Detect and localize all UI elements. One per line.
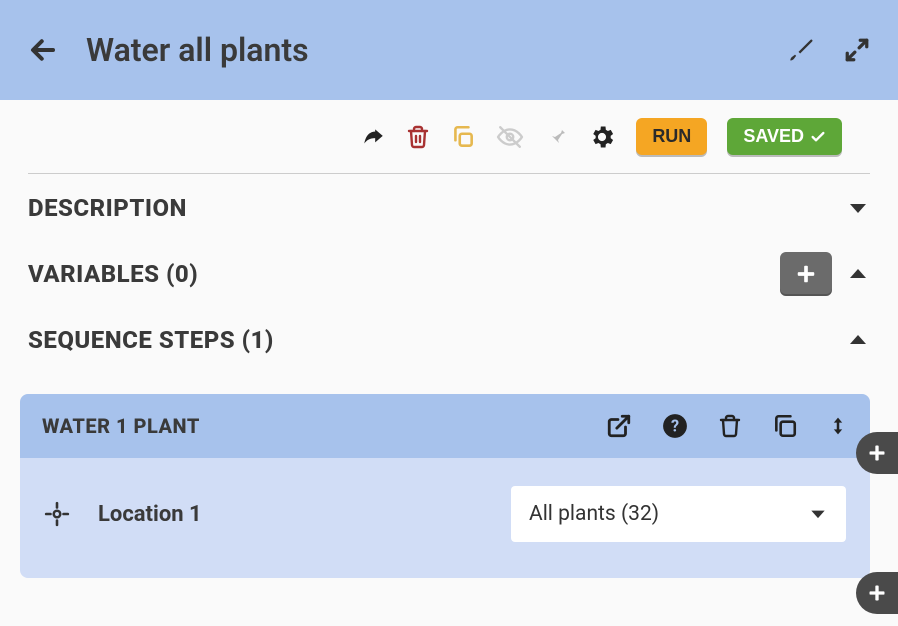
variables-title: VARIABLES (0): [28, 260, 198, 288]
trash-icon[interactable]: [718, 413, 742, 439]
chevron-up-icon[interactable]: [846, 262, 870, 286]
target-icon: [44, 501, 70, 527]
step-header: WATER 1 PLANT ?: [20, 394, 870, 458]
step-body: Location 1 All plants (32): [20, 458, 870, 578]
run-button-label: RUN: [652, 126, 691, 147]
variables-actions: [780, 252, 870, 296]
location-label: Location 1: [98, 502, 202, 527]
svg-text:?: ?: [671, 416, 679, 435]
share-icon[interactable]: [360, 124, 386, 150]
step-title: WATER 1 PLANT: [42, 414, 200, 438]
move-vertical-icon[interactable]: [828, 412, 848, 440]
steps-title: SEQUENCE STEPS (1): [28, 326, 274, 354]
brush-icon[interactable]: [788, 36, 816, 64]
description-section[interactable]: DESCRIPTION: [0, 174, 898, 232]
description-title: DESCRIPTION: [28, 194, 187, 222]
chevron-down-icon: [808, 504, 828, 524]
saved-button[interactable]: SAVED: [727, 118, 842, 155]
add-step-before-button[interactable]: [856, 432, 898, 474]
step-header-icons: ?: [606, 412, 848, 440]
page-title: Water all plants: [86, 31, 309, 69]
back-arrow-icon[interactable]: [28, 35, 58, 65]
step-card: WATER 1 PLANT ? Location 1 All pl: [20, 394, 870, 578]
trash-icon[interactable]: [406, 124, 430, 150]
copy-icon[interactable]: [450, 124, 476, 150]
chevron-up-icon[interactable]: [846, 328, 870, 352]
visibility-off-icon[interactable]: [496, 124, 524, 150]
check-icon: [810, 129, 826, 145]
help-icon[interactable]: ?: [662, 413, 688, 439]
chevron-down-icon[interactable]: [846, 196, 870, 220]
variables-section[interactable]: VARIABLES (0): [0, 232, 898, 306]
gear-icon[interactable]: [588, 123, 616, 151]
page-header: Water all plants: [0, 0, 898, 100]
toolbar: RUN SAVED: [28, 100, 870, 174]
saved-button-label: SAVED: [743, 126, 804, 147]
pin-icon[interactable]: [544, 124, 568, 150]
header-right: [788, 36, 870, 64]
header-left: Water all plants: [28, 31, 309, 69]
run-button[interactable]: RUN: [636, 118, 707, 155]
add-variable-button[interactable]: [780, 252, 832, 296]
expand-icon[interactable]: [844, 37, 870, 63]
location-select[interactable]: All plants (32): [511, 486, 846, 542]
steps-section[interactable]: SEQUENCE STEPS (1): [0, 306, 898, 364]
external-link-icon[interactable]: [606, 413, 632, 439]
location-select-value: All plants (32): [529, 502, 659, 526]
add-step-after-button[interactable]: [856, 572, 898, 614]
copy-icon[interactable]: [772, 413, 798, 439]
